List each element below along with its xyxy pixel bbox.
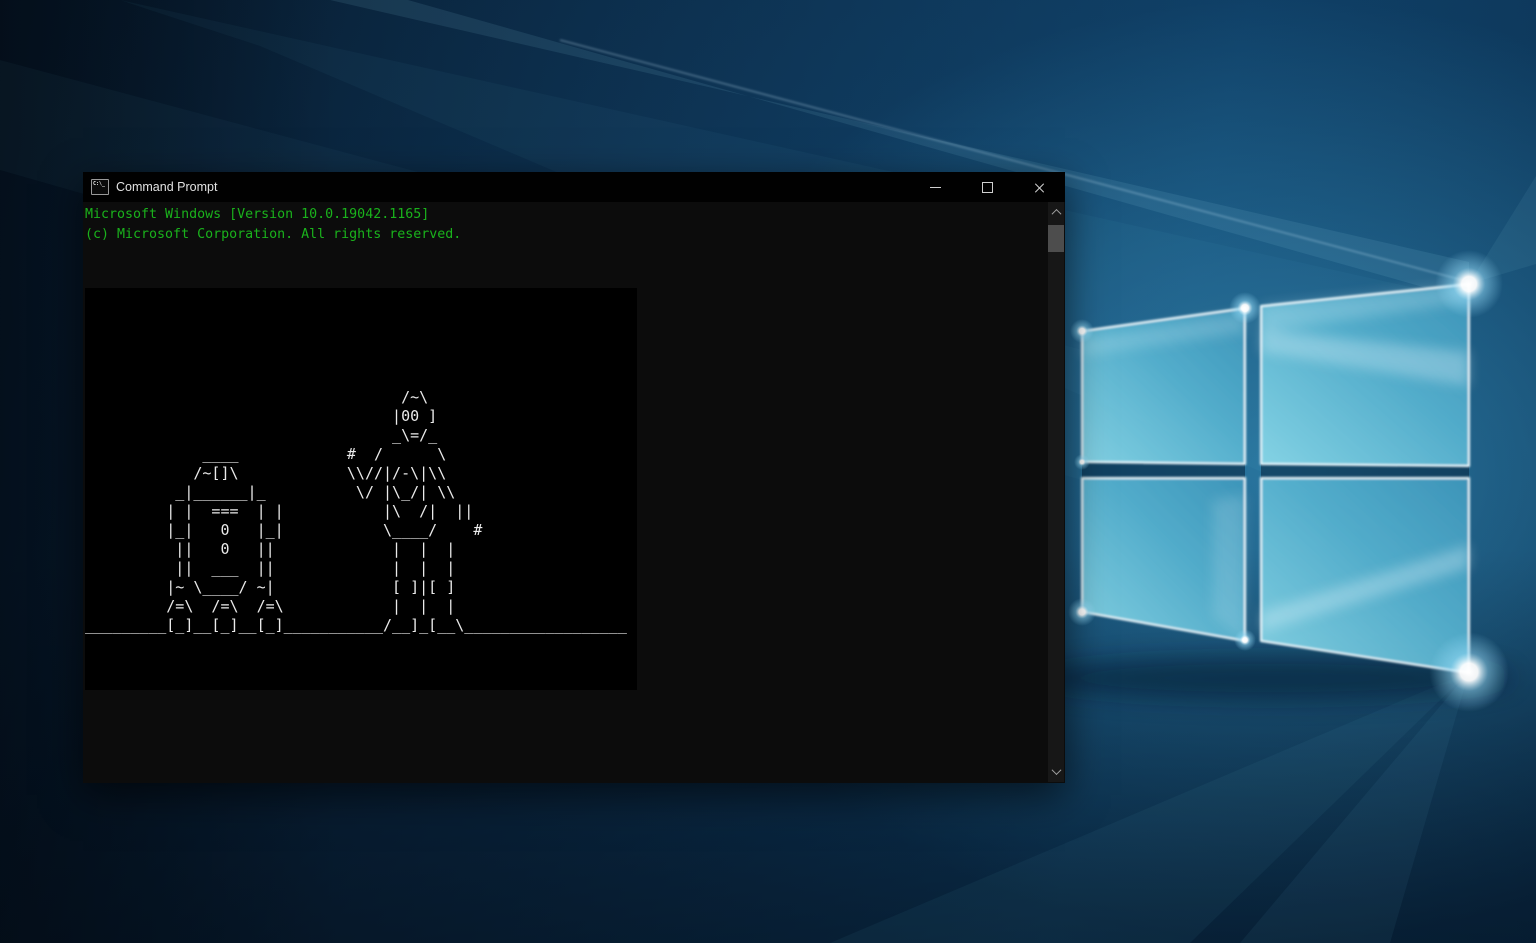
console-line-2: (c) Microsoft Corporation. All rights re… [85, 227, 461, 242]
ascii-art-region: /~\ |00 ] _\=/_ ____ # / \ /~[]\ \\//|/-… [85, 288, 637, 690]
close-button[interactable] [1013, 172, 1065, 202]
maximize-icon [982, 182, 993, 193]
scroll-up-button[interactable] [1048, 204, 1064, 221]
scrollbar[interactable] [1048, 202, 1064, 782]
window-controls [909, 172, 1065, 202]
desktop: Command Prompt Microsoft Windows [Versio… [0, 0, 1536, 943]
scrollbar-thumb[interactable] [1048, 225, 1064, 252]
minimize-button[interactable] [909, 172, 961, 202]
maximize-button[interactable] [961, 172, 1013, 202]
close-icon [1034, 182, 1045, 193]
ascii-art-droids: /~\ |00 ] _\=/_ ____ # / \ /~[]\ \\//|/-… [85, 388, 627, 635]
minimize-icon [930, 187, 941, 188]
scroll-down-button[interactable] [1048, 763, 1064, 780]
console-version-lines: Microsoft Windows [Version 10.0.19042.11… [85, 205, 461, 245]
chevron-down-icon [1051, 765, 1061, 775]
window-title: Command Prompt [116, 180, 217, 194]
console-line-1: Microsoft Windows [Version 10.0.19042.11… [85, 207, 429, 222]
cmd-icon [91, 179, 109, 195]
command-prompt-window: Command Prompt Microsoft Windows [Versio… [83, 172, 1065, 783]
chevron-up-icon [1051, 209, 1061, 219]
titlebar[interactable]: Command Prompt [83, 172, 1065, 202]
console-output: Microsoft Windows [Version 10.0.19042.11… [83, 202, 1065, 783]
